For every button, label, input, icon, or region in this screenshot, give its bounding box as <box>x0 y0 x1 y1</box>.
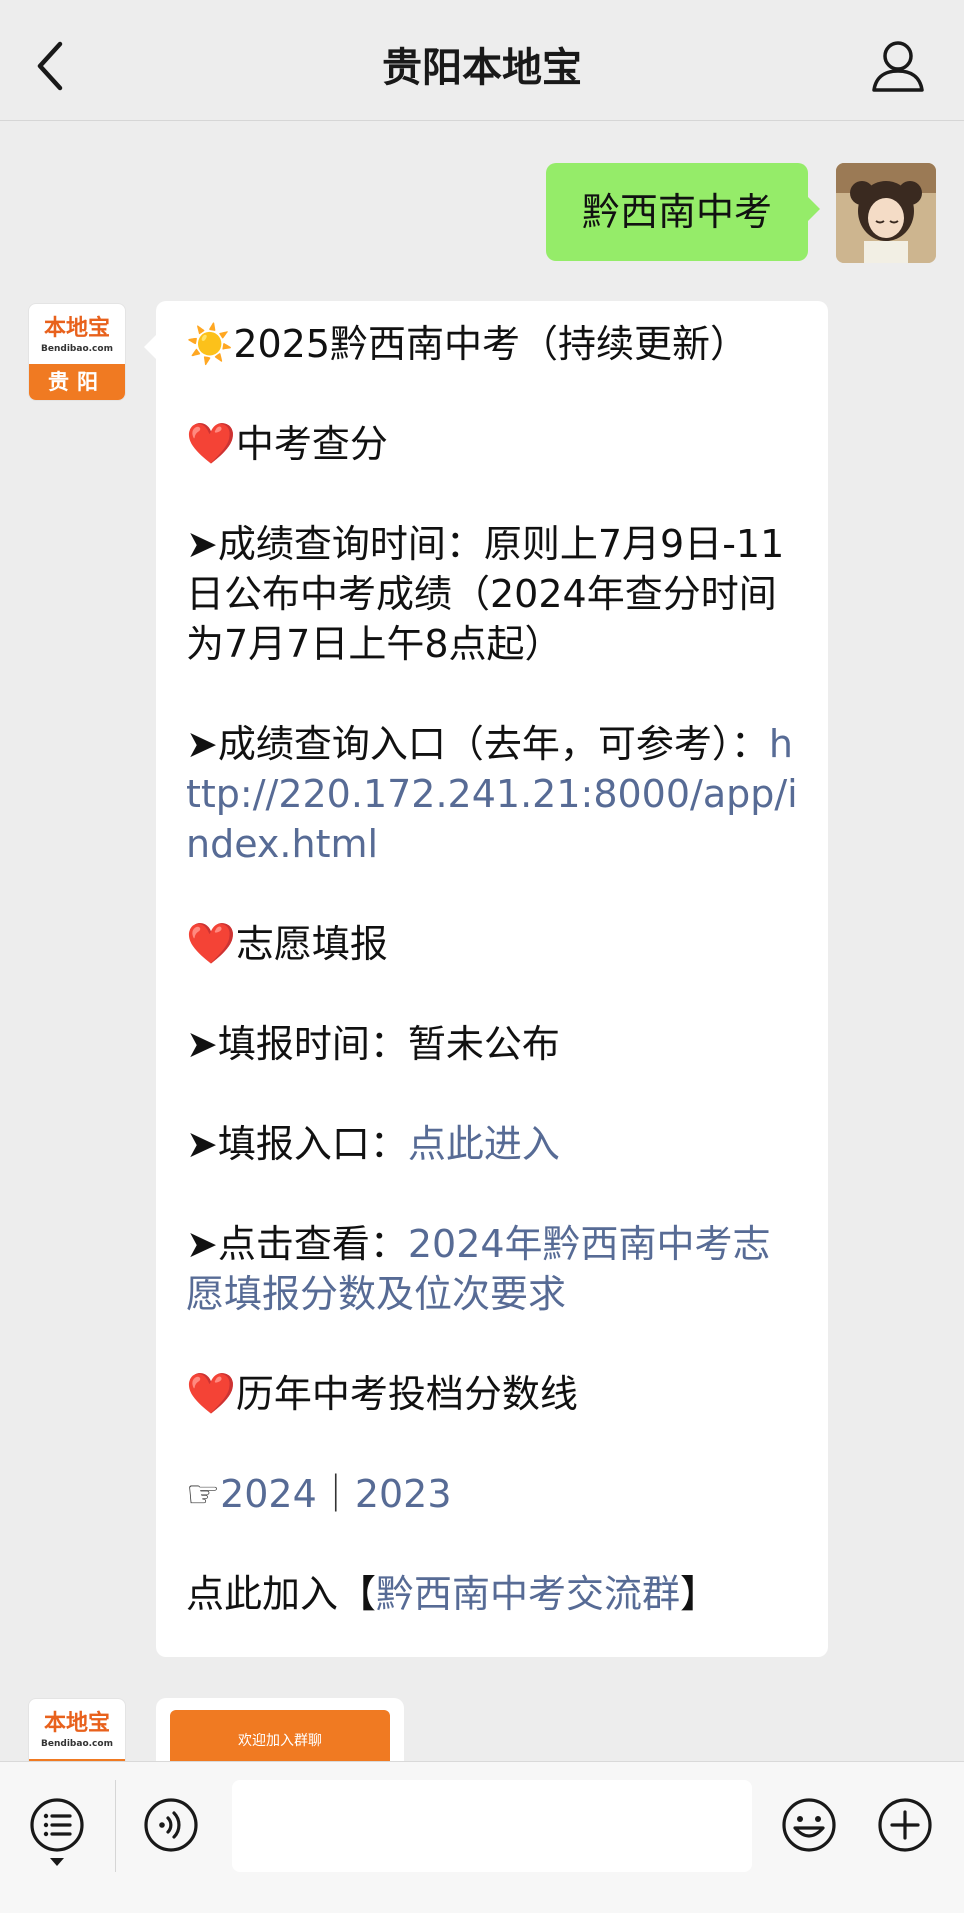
chat-area[interactable]: 黔西南中考 本地宝 Bendibao.com 贵阳 ☀️2025黔西南中考（持续… <box>0 121 964 1761</box>
heart-icon: ❤️ <box>186 421 236 467</box>
received-message-bubble[interactable]: ☀️2025黔西南中考（持续更新） ❤️中考查分 ➤成绩查询时间：原则上7月9日… <box>144 301 828 1657</box>
title-text: 2025黔西南中考（持续更新） <box>233 322 749 366</box>
logo-text: 本地宝 <box>43 315 110 341</box>
section-text: 志愿填报 <box>235 922 388 966</box>
image-card-message[interactable]: 欢迎加入群聊 <box>156 1698 404 1761</box>
years-paragraph: ☞2024｜2023 <box>186 1469 802 1519</box>
logo-text: 本地宝 <box>43 1710 110 1736</box>
emoji-icon[interactable] <box>780 1796 838 1854</box>
plus-icon[interactable] <box>876 1796 934 1854</box>
score-time-label: ➤成绩查询时间： <box>186 522 484 566</box>
view-paragraph: ➤点击查看：2024年黔西南中考志愿填报分数及位次要求 <box>186 1219 802 1319</box>
sun-icon: ☀️ <box>186 322 234 366</box>
year-2024-link[interactable]: 2024 <box>220 1472 317 1516</box>
logo-site: Bendibao.com <box>41 1739 113 1749</box>
list-menu-icon[interactable] <box>28 1796 86 1854</box>
fill-entry-paragraph: ➤填报入口：点此进入 <box>186 1119 802 1169</box>
section-heading: ❤️历年中考投档分数线 <box>186 1369 802 1419</box>
fill-time-paragraph: ➤填报时间：暂未公布 <box>186 1019 802 1069</box>
join-paragraph: 点此加入【黔西南中考交流群】 <box>186 1569 802 1619</box>
fill-time-label: ➤填报时间： <box>186 1022 408 1066</box>
toolbar-divider <box>115 1780 116 1872</box>
sent-message-bubble[interactable]: 黔西南中考 <box>546 163 820 261</box>
logo-site: Bendibao.com <box>41 344 113 354</box>
fill-time-text: 暂未公布 <box>407 1022 560 1066</box>
section-heading: ❤️中考查分 <box>186 419 802 469</box>
heart-icon: ❤️ <box>186 921 236 967</box>
score-time-paragraph: ➤成绩查询时间：原则上7月9日-11日公布中考成绩（2024年查分时间为7月7日… <box>186 519 802 669</box>
score-entry-paragraph: ➤成绩查询入口（去年，可参考）：http://220.172.241.21:80… <box>186 719 802 869</box>
card-banner: 欢迎加入群聊 <box>170 1710 390 1761</box>
avatar-illustration <box>836 163 936 263</box>
fill-entry-label: ➤填报入口： <box>186 1122 408 1166</box>
score-entry-label: ➤成绩查询入口（去年，可参考）： <box>186 722 769 766</box>
input-toolbar <box>0 1761 964 1913</box>
page-title: 贵阳本地宝 <box>382 45 582 91</box>
fill-entry-link[interactable]: 点此进入 <box>408 1122 560 1166</box>
nav-header: 贵阳本地宝 <box>0 0 964 121</box>
section-heading: ❤️志愿填报 <box>186 919 802 969</box>
user-avatar[interactable] <box>836 163 936 263</box>
section-text: 中考查分 <box>235 422 388 466</box>
sent-message-text: 黔西南中考 <box>581 190 772 234</box>
year-2023-link[interactable]: 2023 <box>355 1472 452 1516</box>
bot-avatar[interactable]: 本地宝 Bendibao.com 贵阳 <box>28 303 126 401</box>
message-title: ☀️2025黔西南中考（持续更新） <box>186 319 802 369</box>
bot-avatar[interactable]: 本地宝 Bendibao.com 贵阳 <box>28 1698 126 1761</box>
join-suffix: 】 <box>680 1572 719 1616</box>
card-banner-text: 欢迎加入群聊 <box>238 1733 322 1749</box>
voice-icon[interactable] <box>142 1796 200 1854</box>
section-text: 历年中考投档分数线 <box>235 1372 578 1416</box>
join-prefix: 点此加入【 <box>186 1572 377 1616</box>
view-label: ➤点击查看： <box>186 1222 408 1266</box>
year-separator: ｜ <box>316 1472 355 1516</box>
person-icon[interactable] <box>868 36 928 96</box>
join-group-link[interactable]: 黔西南中考交流群 <box>376 1572 680 1616</box>
heart-icon: ❤️ <box>186 1371 236 1417</box>
caret-down-icon <box>50 1858 64 1866</box>
logo-city: 贵阳 <box>29 364 125 400</box>
pointer-icon: ☞ <box>186 1472 221 1516</box>
message-input[interactable] <box>232 1780 752 1872</box>
